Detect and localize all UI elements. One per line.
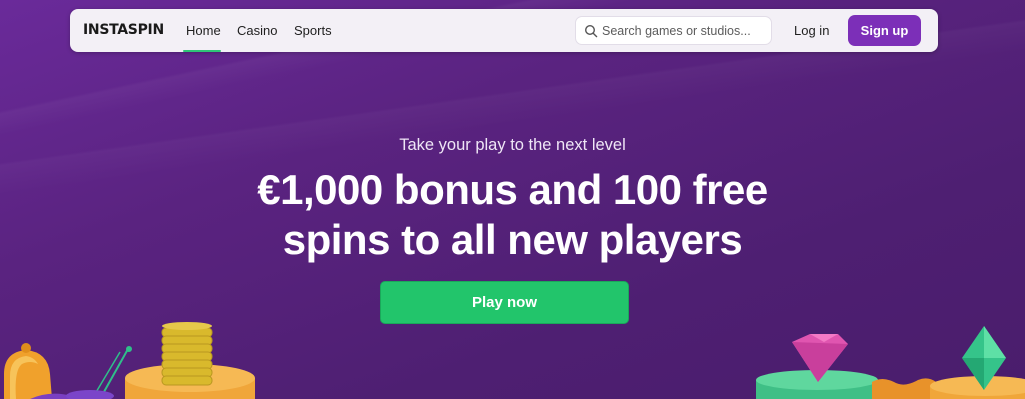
hero-tagline: Take your play to the next level	[399, 136, 626, 154]
play-now-button[interactable]: Play now	[380, 281, 629, 324]
search-box[interactable]	[575, 16, 772, 45]
nav-link-sports[interactable]: Sports	[294, 23, 332, 38]
diamond-icon	[756, 334, 878, 399]
nav-link-home[interactable]: Home	[186, 23, 221, 38]
login-button[interactable]: Log in	[794, 23, 829, 38]
signup-button[interactable]: Sign up	[848, 15, 921, 46]
hero-headline: €1,000 bonus and 100 free spins to all n…	[0, 165, 1025, 265]
top-navbar: INSTASPIN Home Casino Sports Log in Sign…	[70, 9, 938, 52]
active-tab-indicator	[183, 50, 221, 52]
emerald-icon	[930, 326, 1025, 399]
search-input[interactable]	[602, 17, 767, 44]
coin-stack-icon	[125, 322, 255, 399]
hero-headline-line-1: €1,000 bonus and 100 free	[257, 166, 768, 213]
site-logo[interactable]: INSTASPIN	[83, 22, 164, 38]
nav-link-casino[interactable]: Casino	[237, 23, 277, 38]
search-icon	[584, 24, 598, 38]
hero-headline-line-2: spins to all new players	[282, 216, 743, 263]
